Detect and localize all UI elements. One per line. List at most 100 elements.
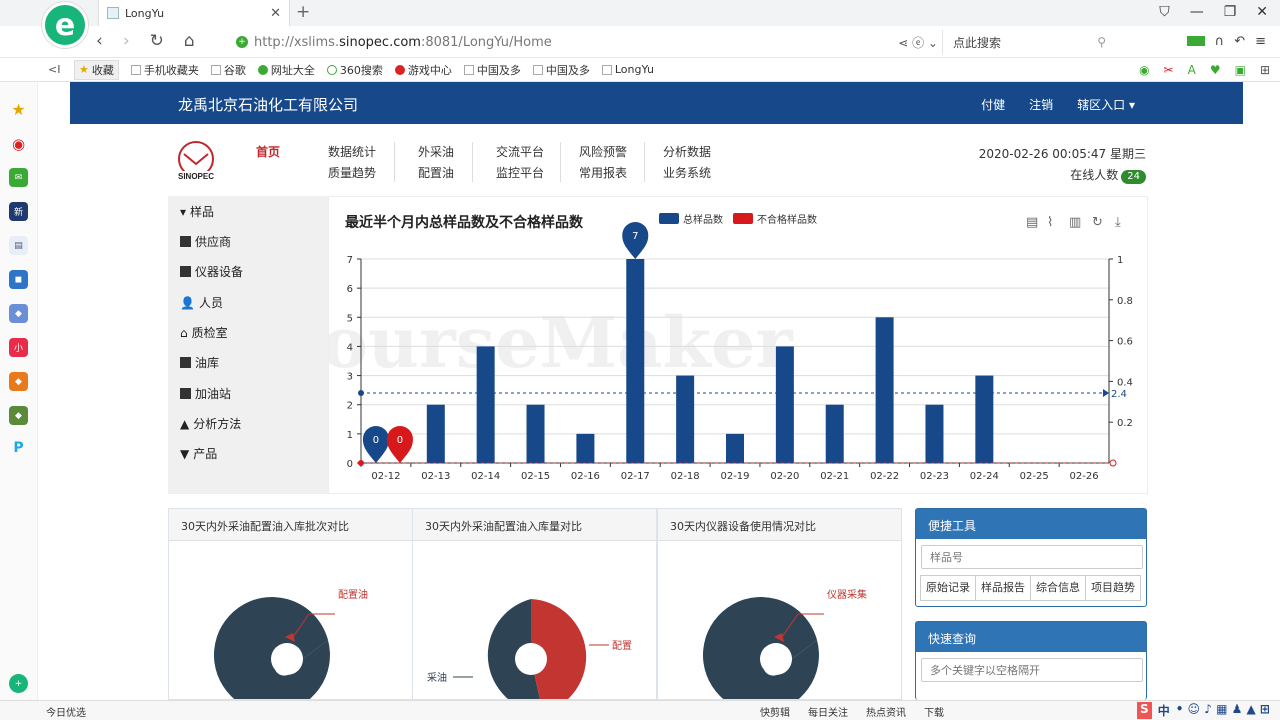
ime-icons[interactable]: • ☺ ♪ ▦ ♟ ▲ ⊞ (1176, 702, 1270, 719)
game-icon[interactable]: ◆ (9, 372, 28, 391)
extension-icon[interactable]: ♥ (1210, 63, 1221, 77)
close-tab-icon[interactable]: ✕ (270, 6, 281, 21)
menu-lab[interactable]: ⌂ 质检室 (180, 324, 228, 341)
skin-icon[interactable]: ⛉ (1159, 4, 1170, 20)
nav-home[interactable]: 首页 (256, 142, 336, 163)
extension-icon[interactable]: ✂ (1164, 63, 1174, 77)
apps-icon[interactable]: ⊞ (1260, 63, 1270, 77)
browser-logo-icon[interactable]: e (42, 2, 88, 48)
menu-supplier[interactable]: 供应商 (180, 233, 231, 250)
save-image-icon[interactable]: ⤓ (1115, 215, 1121, 230)
user-link[interactable]: 付健 (981, 96, 1005, 113)
line-switch-icon[interactable]: ⌇ (1047, 215, 1053, 230)
status-item[interactable]: 下载 (924, 704, 944, 719)
bookmark-item[interactable]: LongYu (601, 63, 654, 76)
extension-icon[interactable]: ▣ (1235, 63, 1246, 77)
legend-swatch-total[interactable] (659, 213, 679, 224)
extension-icon[interactable]: A (1188, 63, 1196, 77)
menu-icon[interactable]: ≡ (1255, 34, 1266, 49)
bar-total-samples[interactable] (825, 404, 844, 463)
home-icon[interactable]: ⌂ (184, 31, 195, 51)
search-input[interactable]: 点此搜索 ⚲ (942, 30, 1112, 54)
bar-total-samples[interactable] (775, 346, 794, 463)
new-tab-icon[interactable]: + (296, 2, 310, 22)
status-item[interactable]: 热点资讯 (866, 704, 906, 719)
legend-swatch-failed[interactable] (733, 213, 753, 224)
bookmark-item[interactable]: 谷歌 (210, 62, 246, 78)
back-icon[interactable]: ‹ (96, 31, 103, 51)
keyword-input[interactable] (921, 658, 1143, 682)
menu-analysis-method[interactable]: ▲ 分析方法 (180, 415, 241, 432)
nav-exchange-platform[interactable]: 交流平台 (496, 142, 576, 163)
bookmark-item[interactable]: 中国及多 (463, 62, 521, 78)
menu-depot[interactable]: 油库 (180, 354, 219, 371)
menu-product[interactable]: ▼ 产品 (180, 445, 217, 462)
legend-total[interactable]: 总样品数 (683, 213, 723, 226)
bookmark-item[interactable]: 手机收藏夹 (130, 62, 199, 78)
overall-info-button[interactable]: 综合信息 (1030, 575, 1086, 601)
nav-monitor-platform[interactable]: 监控平台 (496, 163, 576, 184)
restore-icon[interactable]: ❐ (1224, 4, 1237, 20)
bar-total-samples[interactable] (626, 259, 645, 463)
menu-sample[interactable]: ▾ 样品 (180, 203, 214, 220)
search-icon[interactable]: ⚲ (1097, 35, 1106, 49)
bookmark-item[interactable]: 360搜索 (326, 62, 383, 78)
share-icon[interactable]: ⋖ ⓔ ⌄ (898, 34, 938, 51)
nav-quality-trend[interactable]: 质量趋势 (328, 163, 408, 184)
nav-data-statistics[interactable]: 数据统计 (328, 142, 408, 163)
bar-total-samples[interactable] (875, 317, 894, 463)
weibo-icon[interactable]: ◉ (9, 134, 28, 153)
battery-icon[interactable] (1186, 36, 1205, 46)
bookmark-item[interactable]: ★ 收藏 (74, 59, 119, 80)
district-entry-dropdown[interactable]: 辖区入口 ▾ (1077, 96, 1135, 113)
bookmark-item[interactable]: 游戏中心 (394, 62, 452, 78)
add-app-icon[interactable]: + (9, 674, 28, 693)
nav-external-oil[interactable]: 外采油 (418, 142, 498, 163)
undo-icon[interactable]: ↶ (1234, 34, 1245, 49)
reload-icon[interactable]: ↻ (150, 31, 164, 51)
app-icon[interactable]: 小 (9, 338, 28, 357)
bar-switch-icon[interactable]: ▥ (1069, 215, 1081, 230)
status-item[interactable]: 每日关注 (808, 704, 848, 719)
item-trend-button[interactable]: 项目趋势 (1085, 575, 1141, 601)
minimize-icon[interactable]: — (1190, 4, 1204, 20)
favorites-icon[interactable]: ★ (9, 100, 28, 119)
nav-blended-oil[interactable]: 配置油 (418, 163, 498, 184)
sidebar-toggle-icon[interactable]: <I (48, 63, 60, 76)
news-icon[interactable]: 新 (9, 202, 28, 221)
bar-total-samples[interactable] (476, 346, 495, 463)
bar-total-samples[interactable] (426, 404, 445, 463)
nav-business-system[interactable]: 业务系统 (663, 163, 743, 184)
bar-total-samples[interactable] (676, 375, 695, 463)
close-window-icon[interactable]: ✕ (1256, 4, 1268, 20)
legend-failed[interactable]: 不合格样品数 (757, 213, 817, 226)
raw-record-button[interactable]: 原始记录 (920, 575, 976, 601)
chat-icon[interactable]: ◼ (9, 270, 28, 289)
sogou-icon[interactable]: S (1137, 702, 1152, 719)
nav-risk-warning[interactable]: 风险预警 (579, 142, 659, 163)
game-icon[interactable]: ◆ (9, 406, 28, 425)
bar-total-samples[interactable] (526, 404, 545, 463)
bar-total-samples[interactable] (726, 433, 744, 463)
sample-number-input[interactable] (921, 545, 1143, 569)
ime-mode[interactable]: 中 (1158, 702, 1170, 719)
nav-analysis-data[interactable]: 分析数据 (663, 142, 743, 163)
menu-personnel[interactable]: 👤 人员 (180, 294, 223, 311)
game-icon[interactable]: ◆ (9, 304, 28, 323)
forward-icon[interactable]: › (123, 31, 130, 51)
bookmark-item[interactable]: 中国及多 (532, 62, 590, 78)
restore-icon[interactable]: ↻ (1092, 215, 1103, 230)
bar-total-samples[interactable] (975, 375, 994, 463)
mail-icon[interactable]: ✉ (9, 168, 28, 187)
today-picks[interactable]: 今日优选 (46, 704, 86, 719)
doc-icon[interactable]: ▤ (9, 236, 28, 255)
bar-total-samples[interactable] (925, 404, 944, 463)
logout-link[interactable]: 注销 (1029, 96, 1053, 113)
p-icon[interactable]: P (9, 438, 28, 457)
nav-common-reports[interactable]: 常用报表 (579, 163, 659, 184)
sample-report-button[interactable]: 样品报告 (975, 575, 1031, 601)
bar-total-samples[interactable] (576, 433, 595, 463)
browser-tab[interactable]: LongYu ✕ (98, 0, 290, 26)
headset-icon[interactable]: ∩ (1215, 34, 1225, 49)
extension-icon[interactable]: ◉ (1139, 63, 1149, 77)
